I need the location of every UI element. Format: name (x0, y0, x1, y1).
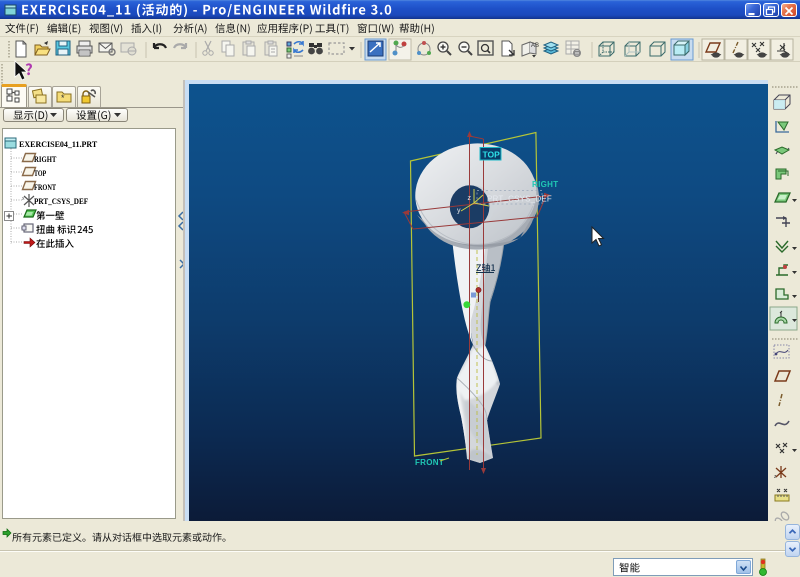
svg-text:y: y (457, 208, 461, 215)
svg-text:RIGHT: RIGHT (532, 180, 558, 189)
svg-text:z: z (468, 195, 472, 202)
svg-text:*: * (61, 93, 65, 103)
svg-text:AB: AB (531, 43, 539, 49)
svg-text:FRONT: FRONT (415, 458, 444, 467)
svg-text:PRT_CSYS_DEF: PRT_CSYS_DEF (487, 195, 552, 204)
svg-text:TOP: TOP (483, 150, 501, 160)
